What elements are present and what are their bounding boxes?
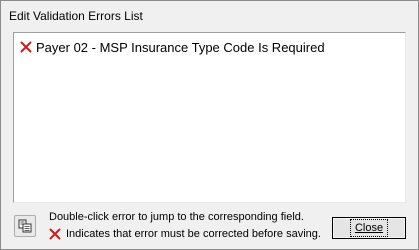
hint-legend-text: Indicates that error must be corrected b… [66, 228, 321, 240]
errors-list[interactable]: Payer 02 - MSP Insurance Type Code Is Re… [13, 32, 406, 203]
edit-validation-errors-dialog: Edit Validation Errors List Payer 02 - M… [0, 0, 419, 250]
hint-double-click: Double-click error to jump to the corres… [49, 211, 304, 223]
error-x-icon [49, 228, 61, 240]
title-bar[interactable]: Edit Validation Errors List [1, 1, 418, 27]
close-button-label: Close [349, 219, 389, 237]
error-x-icon [20, 41, 32, 53]
close-button[interactable]: Close [332, 217, 406, 239]
window-title: Edit Validation Errors List [9, 9, 143, 23]
hint-error-legend: Indicates that error must be corrected b… [49, 228, 321, 240]
copy-icon [18, 219, 32, 233]
error-text: Payer 02 - MSP Insurance Type Code Is Re… [36, 39, 325, 55]
list-item[interactable]: Payer 02 - MSP Insurance Type Code Is Re… [20, 39, 325, 55]
copy-button[interactable] [14, 215, 36, 237]
